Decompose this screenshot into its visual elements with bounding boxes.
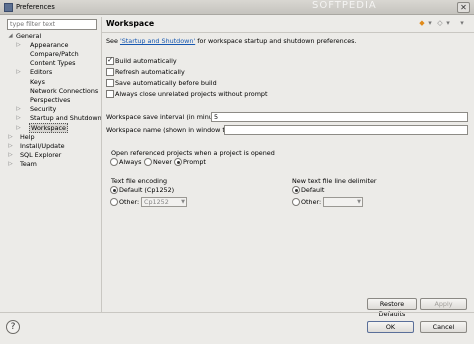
delimiter-other-combo[interactable]: ▼ bbox=[323, 197, 363, 207]
tree-item-compare-patch[interactable]: Compare/Patch bbox=[15, 50, 79, 59]
build-automatically-checkbox[interactable] bbox=[106, 55, 114, 65]
close-button[interactable]: ✕ bbox=[457, 2, 470, 13]
expand-right-icon[interactable]: ▷ bbox=[15, 68, 22, 77]
tree-item-keys[interactable]: Keys bbox=[15, 78, 45, 87]
tree-item-label: Compare/Patch bbox=[30, 50, 79, 58]
open-referenced-never-radio[interactable] bbox=[144, 158, 152, 166]
app-icon bbox=[4, 3, 13, 12]
encoding-default-label: Default (Cp1252) bbox=[119, 186, 175, 194]
expand-down-icon[interactable]: ◢ bbox=[7, 32, 14, 41]
tree-item-network-connections[interactable]: Network Connections bbox=[15, 87, 98, 96]
tree-item-label: Appearance bbox=[30, 41, 69, 49]
prompt-label: Prompt bbox=[183, 158, 206, 166]
tree-item-team[interactable]: ▷ Team bbox=[7, 160, 37, 169]
tree-item-label: Workspace bbox=[29, 123, 68, 133]
tree-item-label: Startup and Shutdown bbox=[30, 114, 102, 122]
expand-right-icon[interactable]: ▷ bbox=[7, 151, 14, 160]
tree-item-help[interactable]: ▷ Help bbox=[7, 133, 35, 142]
line-delimiter-label: New text file line delimiter bbox=[292, 177, 377, 185]
tree-item-label: Keys bbox=[30, 78, 45, 86]
back-arrow-icon[interactable]: ◆ bbox=[418, 19, 426, 27]
window-title: Preferences bbox=[16, 3, 55, 11]
close-unrelated-projects-checkbox[interactable] bbox=[106, 90, 114, 98]
workspace-name-label: Workspace name (shown in window title): bbox=[106, 126, 240, 134]
save-before-build-checkbox[interactable] bbox=[106, 79, 114, 87]
tree-item-sql-explorer[interactable]: ▷ SQL Explorer bbox=[7, 151, 61, 160]
back-history-dropdown-icon[interactable]: ▾ bbox=[426, 19, 434, 27]
never-label: Never bbox=[153, 158, 173, 166]
tree-item-label: SQL Explorer bbox=[20, 151, 62, 159]
refresh-automatically-checkbox[interactable] bbox=[106, 68, 114, 76]
title-bar bbox=[0, 0, 474, 15]
tree-item-install-update[interactable]: ▷ Install/Update bbox=[7, 142, 65, 151]
intro-text: See 'Startup and Shutdown' for workspace… bbox=[106, 37, 357, 45]
delimiter-default-radio[interactable] bbox=[292, 186, 300, 194]
intro-suffix: for workspace startup and shutdown prefe… bbox=[195, 37, 357, 45]
tree-item-appearance[interactable]: ▷ Appearance bbox=[15, 41, 68, 50]
tree-item-label: Network Connections bbox=[30, 87, 99, 95]
encoding-other-radio[interactable] bbox=[110, 198, 118, 206]
tree-item-workspace[interactable]: ▷ Workspace bbox=[15, 123, 68, 133]
encoding-other-label: Other: bbox=[119, 198, 140, 206]
delimiter-other-radio[interactable] bbox=[292, 198, 300, 206]
encoding-default-radio[interactable] bbox=[110, 186, 118, 194]
forward-history-dropdown-icon[interactable]: ▾ bbox=[444, 19, 452, 27]
chevron-down-icon: ▼ bbox=[357, 199, 361, 205]
encoding-combo-value: Cp1252 bbox=[144, 198, 169, 206]
tree-item-label: Help bbox=[20, 133, 35, 141]
expand-right-icon[interactable]: ▷ bbox=[15, 114, 22, 123]
save-before-build-label: Save automatically before build bbox=[115, 79, 217, 87]
view-menu-icon[interactable]: ▾ bbox=[458, 19, 466, 27]
preference-tree: ◢ General ▷ Appearance Compare/Patch Con… bbox=[7, 32, 101, 312]
tree-item-label: Install/Update bbox=[20, 142, 65, 150]
expand-right-icon[interactable]: ▷ bbox=[15, 41, 22, 50]
tree-item-label: Perspectives bbox=[30, 96, 71, 104]
build-automatically-label: Build automatically bbox=[115, 57, 177, 65]
tree-item-editors[interactable]: ▷ Editors bbox=[15, 68, 52, 77]
forward-arrow-icon[interactable]: ◇ bbox=[436, 19, 444, 27]
save-interval-input[interactable] bbox=[211, 112, 468, 122]
delimiter-other-label: Other: bbox=[301, 198, 322, 206]
close-unrelated-projects-label: Always close unrelated projects without … bbox=[115, 90, 268, 98]
text-encoding-label: Text file encoding bbox=[111, 177, 168, 185]
tree-item-security[interactable]: ▷ Security bbox=[15, 105, 56, 114]
encoding-other-combo[interactable]: Cp1252 ▼ bbox=[141, 197, 187, 207]
filter-input[interactable] bbox=[7, 19, 97, 30]
tree-item-label: General bbox=[16, 32, 42, 40]
intro-prefix: See bbox=[106, 37, 120, 45]
separator bbox=[0, 312, 474, 313]
tree-item-general[interactable]: ◢ General bbox=[7, 32, 41, 41]
splitter[interactable] bbox=[101, 17, 102, 313]
apply-button[interactable]: Apply bbox=[420, 298, 467, 310]
chevron-down-icon: ▼ bbox=[181, 199, 185, 205]
tree-item-label: Team bbox=[20, 160, 37, 168]
open-referenced-prompt-radio[interactable] bbox=[174, 158, 182, 166]
always-label: Always bbox=[119, 158, 142, 166]
workspace-name-input[interactable] bbox=[224, 125, 468, 135]
restore-defaults-button[interactable]: Restore Defaults bbox=[367, 298, 417, 318]
expand-right-icon[interactable]: ▷ bbox=[15, 124, 22, 133]
tree-item-label: Content Types bbox=[30, 59, 76, 67]
tree-item-perspectives[interactable]: Perspectives bbox=[15, 96, 70, 105]
expand-right-icon[interactable]: ▷ bbox=[7, 133, 14, 142]
tree-item-content-types[interactable]: Content Types bbox=[15, 59, 75, 68]
watermark: SOFTPEDIA bbox=[312, 0, 377, 11]
expand-right-icon[interactable]: ▷ bbox=[15, 105, 22, 114]
refresh-automatically-label: Refresh automatically bbox=[115, 68, 185, 76]
save-interval-label: Workspace save interval (in minutes): bbox=[106, 113, 228, 121]
delimiter-default-label: Default bbox=[301, 186, 325, 194]
help-icon[interactable]: ? bbox=[6, 320, 20, 334]
tree-item-label: Editors bbox=[30, 68, 53, 76]
tree-item-startup-shutdown[interactable]: ▷ Startup and Shutdown bbox=[15, 114, 102, 123]
page-title: Workspace bbox=[106, 19, 155, 28]
expand-right-icon[interactable]: ▷ bbox=[7, 160, 14, 169]
expand-right-icon[interactable]: ▷ bbox=[7, 142, 14, 151]
tree-item-label: Security bbox=[30, 105, 57, 113]
open-referenced-label: Open referenced projects when a project … bbox=[111, 149, 275, 157]
open-referenced-always-radio[interactable] bbox=[110, 158, 118, 166]
ok-button[interactable]: OK bbox=[367, 321, 414, 333]
startup-shutdown-link[interactable]: 'Startup and Shutdown' bbox=[120, 37, 195, 45]
cancel-button[interactable]: Cancel bbox=[420, 321, 467, 333]
